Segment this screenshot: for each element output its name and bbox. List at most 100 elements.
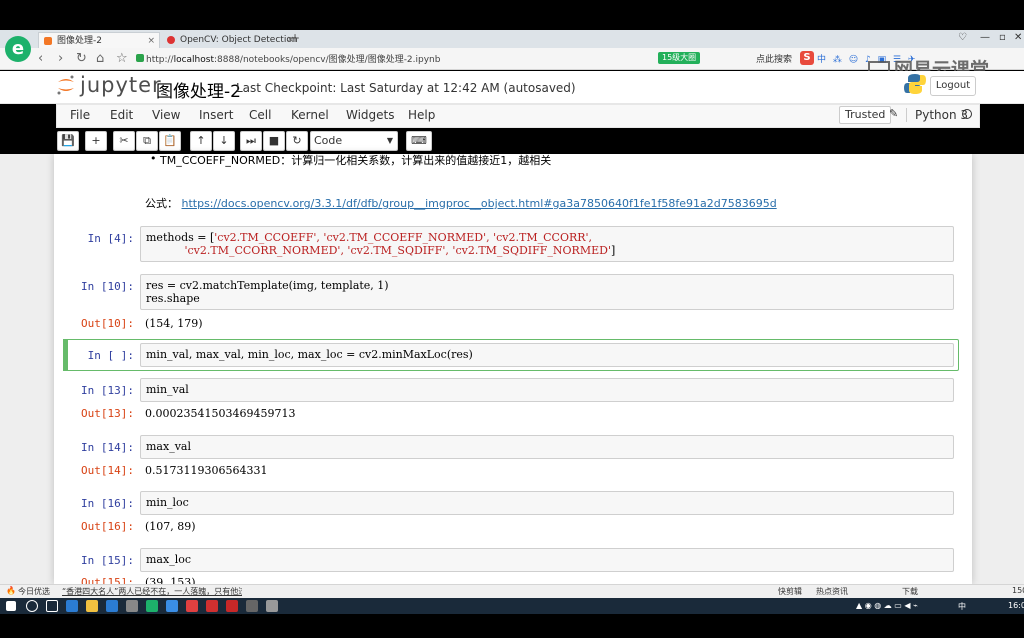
chevron-down-icon: ▼ [386, 136, 393, 145]
jupyter-logo-icon[interactable] [55, 74, 77, 96]
code-cell-selected[interactable]: min_val, max_val, min_loc, max_loc = cv2… [140, 343, 954, 367]
markdown-bullet: TM_CCOEFF_NORMED：计算归一化相关系数，计算出来的值越接近1，越相… [150, 152, 551, 168]
opencv-favicon-icon [167, 36, 175, 44]
input-prompt: In [10]: [81, 280, 134, 293]
cell-output: (154, 179) [145, 317, 203, 330]
today-picks[interactable]: 今日优选 [18, 586, 50, 597]
app-icon[interactable] [126, 600, 138, 612]
jupyter-favicon-icon [44, 37, 52, 45]
notebook-title[interactable]: 图像处理-2 [156, 77, 241, 102]
input-prompt: In [15]: [81, 554, 134, 567]
quick-clip[interactable]: 快剪辑 [778, 586, 802, 597]
clock[interactable]: 16:0 [1008, 601, 1024, 610]
menu-view[interactable]: View [152, 108, 180, 122]
move-up-button[interactable]: ↑ [190, 131, 212, 151]
menu-file[interactable]: File [70, 108, 90, 122]
output-prompt: Out[16]: [81, 520, 134, 533]
sogou-extension-icon[interactable]: S [800, 51, 814, 65]
tray-icons[interactable]: ▲ ◉ ◍ ☁ ▭ ◀ ⌁ [856, 601, 918, 610]
hot-news[interactable]: 热点资讯 [816, 586, 848, 597]
news-ticker[interactable]: “香港四大名人”两人已经不在，一人落魄，只有他过得最好! [62, 586, 242, 597]
cell-output: 0.5173119306564331 [145, 464, 268, 477]
task-view-icon[interactable] [46, 600, 58, 612]
menu-insert[interactable]: Insert [199, 108, 233, 122]
app-icon[interactable] [226, 600, 238, 612]
paste-cell-button[interactable]: 📋 [159, 131, 181, 151]
zoom-level[interactable]: 150 [1012, 586, 1024, 595]
trusted-indicator[interactable]: Trusted [839, 106, 892, 124]
input-prompt: In [14]: [81, 441, 134, 454]
cut-cell-button[interactable]: ✂ [113, 131, 135, 151]
menu-help[interactable]: Help [408, 108, 435, 122]
app-icon[interactable] [266, 600, 278, 612]
menu-cell[interactable]: Cell [249, 108, 271, 122]
menu-edit[interactable]: Edit [110, 108, 133, 122]
jupyter-logo-text[interactable]: jupyter [80, 73, 162, 97]
tab-opencv[interactable]: OpenCV: Object Detection × [162, 32, 298, 48]
input-prompt: In [4]: [87, 232, 134, 245]
star-icon[interactable]: ☆ [116, 51, 128, 66]
input-prompt: In [16]: [81, 497, 134, 510]
formula-link[interactable]: https://docs.opencv.org/3.3.1/df/dfb/gro… [182, 197, 777, 210]
browser-logo-icon[interactable]: e [5, 36, 31, 62]
app-icon[interactable] [246, 600, 258, 612]
url-input[interactable]: http://localhost:8888/notebooks/opencv/图… [146, 52, 440, 65]
search-hint[interactable]: 点此搜索 [756, 52, 792, 65]
file-explorer-icon[interactable] [86, 600, 98, 612]
search-icon[interactable] [26, 600, 38, 612]
minimize-icon[interactable]: — [980, 32, 990, 43]
shirt-icon[interactable]: ♡ [958, 32, 967, 43]
forward-arrow-icon[interactable]: › [58, 51, 63, 66]
save-button[interactable]: 💾 [57, 131, 79, 151]
new-tab-button[interactable]: + [290, 31, 300, 45]
cell-output: 0.00023541503469459713 [145, 407, 296, 420]
app-icon[interactable] [186, 600, 198, 612]
fire-icon: 🔥 [6, 586, 16, 595]
app-icon[interactable] [166, 600, 178, 612]
app-icon[interactable] [206, 600, 218, 612]
ime-indicator[interactable]: 中 [958, 601, 966, 612]
run-cell-button[interactable]: ⏭ [240, 131, 262, 151]
code-cell[interactable]: max_loc [140, 548, 954, 572]
restore-icon[interactable]: ▫ [999, 32, 1006, 43]
code-cell[interactable]: min_val [140, 378, 954, 402]
insert-cell-button[interactable]: + [85, 131, 107, 151]
close-tab-icon[interactable]: × [147, 33, 155, 48]
store-icon[interactable] [106, 600, 118, 612]
copy-cell-button[interactable]: ⧉ [136, 131, 158, 151]
download[interactable]: 下载 [902, 586, 918, 597]
speed-badge[interactable]: 15级大圈 [658, 52, 701, 64]
close-window-icon[interactable]: ✕ [1014, 32, 1022, 43]
back-arrow-icon[interactable]: ‹ [38, 51, 43, 66]
code-cell[interactable]: methods = ['cv2.TM_CCOEFF', 'cv2.TM_CCOE… [140, 226, 954, 262]
code-cell[interactable]: min_loc [140, 491, 954, 515]
secure-lock-icon [136, 54, 144, 62]
code-cell[interactable]: max_val [140, 435, 954, 459]
output-prompt: Out[13]: [81, 407, 134, 420]
formula-line: 公式： https://docs.opencv.org/3.3.1/df/dfb… [145, 197, 777, 210]
kernel-name[interactable]: Python 3 [906, 108, 968, 122]
kernel-idle-indicator-icon [962, 109, 972, 119]
menu-widgets[interactable]: Widgets [346, 108, 395, 122]
cell-type-select[interactable]: Code ▼ [310, 131, 398, 151]
edge-icon[interactable] [66, 600, 78, 612]
tab-label: OpenCV: Object Detection [180, 35, 298, 45]
home-icon[interactable]: ⌂ [96, 51, 104, 66]
windows-start-icon[interactable] [6, 601, 16, 611]
bottom-black-bar [0, 614, 1024, 638]
input-prompt: In [13]: [81, 384, 134, 397]
tab-notebook[interactable]: 图像处理-2 × [38, 32, 160, 48]
output-prompt: Out[14]: [81, 464, 134, 477]
code-cell[interactable]: res = cv2.matchTemplate(img, template, 1… [140, 274, 954, 310]
refresh-icon[interactable]: ↻ [76, 51, 87, 66]
interrupt-kernel-button[interactable]: ■ [263, 131, 285, 151]
cell-output: (107, 89) [145, 520, 196, 533]
menu-kernel[interactable]: Kernel [291, 108, 329, 122]
restart-kernel-button[interactable]: ↻ [286, 131, 308, 151]
browser-taskbar-icon[interactable] [146, 600, 158, 612]
checkpoint-status: Last Checkpoint: Last Saturday at 12:42 … [236, 81, 576, 95]
command-palette-button[interactable]: ⌨ [406, 131, 432, 151]
move-down-button[interactable]: ↓ [213, 131, 235, 151]
logout-button[interactable]: Logout [930, 76, 976, 96]
python-logo-icon [904, 74, 926, 94]
